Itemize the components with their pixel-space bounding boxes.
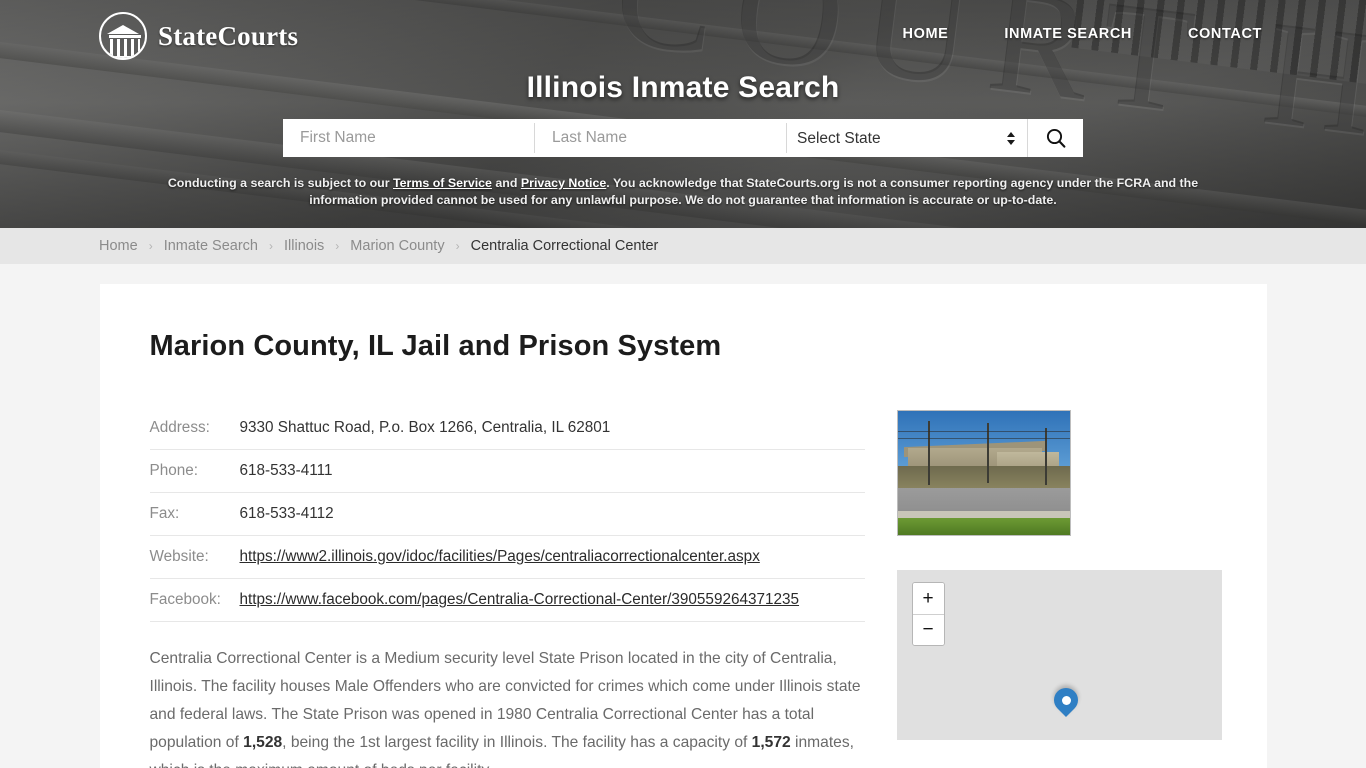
facility-content: Address: 9330 Shattuc Road, P.o. Box 126… [149,410,1222,768]
page-body: Marion County, IL Jail and Prison System… [0,284,1366,768]
facility-description: Centralia Correctional Center is a Mediu… [150,645,862,768]
info-label: Website: [149,535,240,579]
map-pin-icon[interactable] [1048,683,1083,722]
inmate-search-form: Select State [283,119,1083,157]
content-card: Marion County, IL Jail and Prison System… [99,284,1267,768]
table-row: Facebook: https://www.facebook.com/pages… [149,578,865,622]
table-row: Fax: 618-533-4112 [149,492,865,536]
site-logo[interactable]: StateCourts [99,12,298,60]
location-map[interactable]: + − [896,570,1222,740]
facility-details-column: Address: 9330 Shattuc Road, P.o. Box 126… [149,410,865,768]
table-row: Address: 9330 Shattuc Road, P.o. Box 126… [149,410,865,450]
facility-media-column: + − [896,410,1222,768]
facebook-link[interactable]: https://www.facebook.com/pages/Centralia… [240,591,800,608]
state-select[interactable]: Select State [787,119,1027,157]
breadcrumb-item-home[interactable]: Home [99,238,138,254]
info-label: Facebook: [149,578,240,622]
table-row: Website: https://www2.illinois.gov/idoc/… [149,535,865,579]
website-link[interactable]: https://www2.illinois.gov/idoc/facilitie… [240,548,760,565]
nav-item-home[interactable]: HOME [903,26,949,42]
breadcrumb-item-current: Centralia Correctional Center [470,238,659,254]
map-zoom-out-button[interactable]: − [912,614,944,645]
info-value-facebook: https://www.facebook.com/pages/Centralia… [239,578,865,622]
terms-of-service-link[interactable]: Terms of Service [393,176,492,190]
magnifier-icon [1046,128,1065,148]
capacity-value: 1,572 [751,734,791,751]
nav-item-inmate-search[interactable]: INMATE SEARCH [1004,26,1132,42]
privacy-notice-link[interactable]: Privacy Notice [521,176,606,190]
map-zoom-controls: + − [911,582,945,646]
total-population-value: 1,528 [243,734,283,751]
info-label: Address: [149,410,240,450]
breadcrumb-separator: › [269,239,273,253]
info-label: Fax: [149,492,240,536]
facility-info-table: Address: 9330 Shattuc Road, P.o. Box 126… [149,410,865,622]
first-name-input[interactable] [283,119,534,157]
facility-photo [896,410,1071,536]
breadcrumb-separator: › [455,239,460,253]
nav-item-contact[interactable]: CONTACT [1188,26,1262,42]
disclaimer-text-part1: Conducting a search is subject to our [167,176,393,190]
state-select-wrapper: Select State [787,119,1027,157]
info-label: Phone: [149,449,240,493]
search-disclaimer: Conducting a search is subject to our Te… [133,175,1233,209]
last-name-input[interactable] [535,119,786,157]
site-header: COURT HOUSE StateCourts HOME INMATE SEAR… [0,0,1366,228]
description-segment-2: , being the 1st largest facility in Illi… [282,734,752,751]
page-title: Marion County, IL Jail and Prison System [149,330,722,362]
breadcrumb: Home › Inmate Search › Illinois › Marion… [0,228,1366,264]
map-zoom-in-button[interactable]: + [912,583,944,614]
search-button[interactable] [1027,119,1083,157]
disclaimer-text-part2: and [491,176,521,190]
breadcrumb-item-inmate-search[interactable]: Inmate Search [164,238,258,254]
hero-title: Illinois Inmate Search [526,71,840,104]
info-value-fax: 618-533-4112 [239,492,865,536]
info-value-phone: 618-533-4111 [239,449,865,493]
courthouse-circle-icon [99,12,147,60]
info-value-address: 9330 Shattuc Road, P.o. Box 1266, Centra… [239,410,865,450]
info-value-website: https://www2.illinois.gov/idoc/facilitie… [239,535,865,579]
breadcrumb-item-marion-county[interactable]: Marion County [350,238,444,254]
breadcrumb-separator: › [148,239,153,253]
brand-name: StateCourts [158,20,299,51]
breadcrumb-item-illinois[interactable]: Illinois [284,238,324,254]
table-row: Phone: 618-533-4111 [149,449,865,493]
main-navigation: HOME INMATE SEARCH CONTACT [903,26,1262,42]
breadcrumb-separator: › [335,239,340,253]
